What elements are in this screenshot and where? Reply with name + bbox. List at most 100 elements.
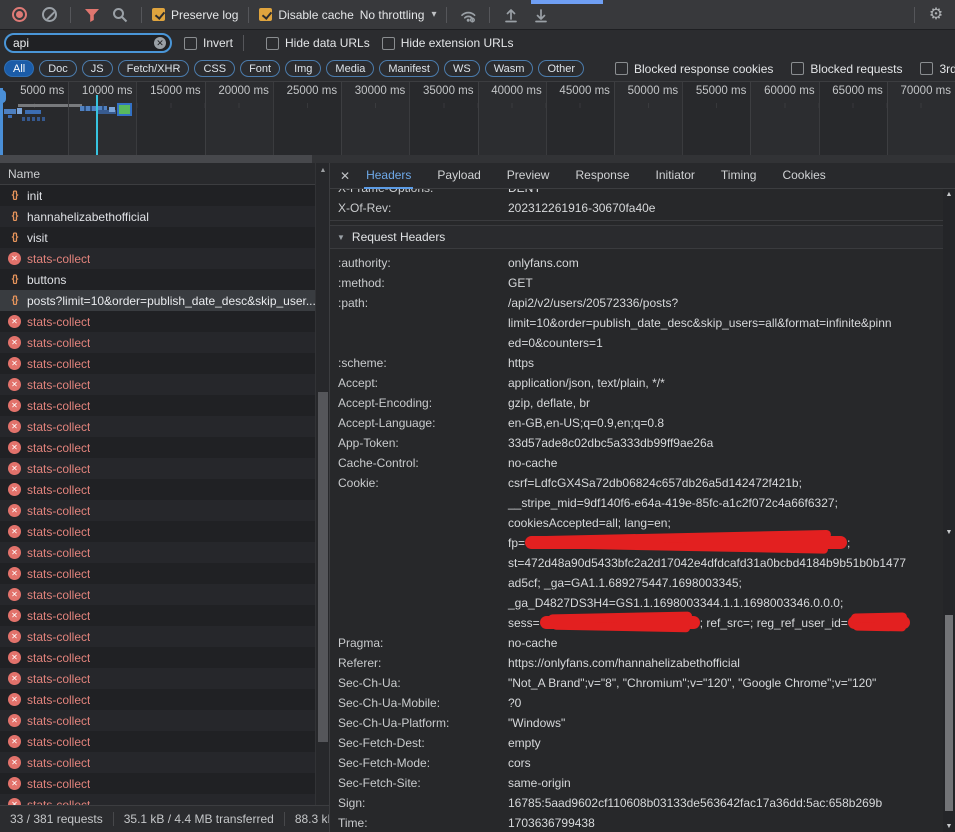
request-list-scrollbar-thumb[interactable]	[318, 392, 328, 742]
tab-payload[interactable]: Payload	[435, 163, 482, 189]
network-request-row[interactable]: ✕stats-collect	[0, 458, 315, 479]
invert-toggle[interactable]: Invert	[184, 36, 233, 50]
filter-bar: api ✕ Invert Hide data URLs Hide extensi…	[0, 30, 955, 56]
throttling-dropdown[interactable]: No throttling ▾	[360, 8, 437, 22]
request-header-row: limit=10&order=publish_date_desc&skip_us…	[330, 313, 943, 333]
tab-initiator[interactable]: Initiator	[654, 163, 697, 189]
import-har-icon[interactable]	[500, 4, 522, 26]
tab-preview[interactable]: Preview	[505, 163, 552, 189]
network-request-row[interactable]: ✕stats-collect	[0, 332, 315, 353]
header-name: Sec-Fetch-Dest:	[330, 733, 508, 753]
request-list-scrollbar[interactable]: ▲	[315, 163, 329, 805]
timeline-hscrollbar-thumb[interactable]	[0, 155, 312, 163]
overview-brush-knob[interactable]	[0, 90, 6, 103]
network-request-row[interactable]: ✕stats-collect	[0, 479, 315, 500]
clear-button[interactable]	[38, 4, 60, 26]
type-filter-media[interactable]: Media	[326, 60, 374, 77]
network-request-row[interactable]: ✕stats-collect	[0, 668, 315, 689]
network-request-row[interactable]: ✕stats-collect	[0, 626, 315, 647]
filter-input[interactable]: api ✕	[4, 33, 172, 53]
header-name: Sign:	[330, 793, 508, 813]
network-request-row[interactable]: ✕stats-collect	[0, 311, 315, 332]
type-filter-font[interactable]: Font	[240, 60, 280, 77]
filter-toggle-blocked-requests[interactable]: Blocked requests	[791, 62, 902, 76]
divider	[113, 812, 114, 826]
filter-toggle-blocked-response-cookies[interactable]: Blocked response cookies	[615, 62, 773, 76]
hide-data-urls-toggle[interactable]: Hide data URLs	[266, 36, 370, 50]
tab-headers[interactable]: Headers	[364, 163, 413, 189]
request-name: stats-collect	[27, 525, 90, 539]
network-request-row[interactable]: ✕stats-collect	[0, 584, 315, 605]
hide-extension-urls-checkbox[interactable]	[382, 37, 395, 50]
network-request-row[interactable]: ✕stats-collect	[0, 542, 315, 563]
disable-cache-checkbox[interactable]	[259, 8, 272, 21]
network-request-row[interactable]: ✕stats-collect	[0, 689, 315, 710]
network-request-row[interactable]: {}visit	[0, 227, 315, 248]
network-request-row[interactable]: ✕stats-collect	[0, 710, 315, 731]
type-filter-all[interactable]: All	[4, 60, 34, 77]
network-request-row[interactable]: ✕stats-collect	[0, 563, 315, 584]
type-filter-doc[interactable]: Doc	[39, 60, 77, 77]
request-name: stats-collect	[27, 651, 90, 665]
gear-icon[interactable]: ⚙	[925, 4, 947, 26]
filter-funnel-icon[interactable]	[81, 4, 103, 26]
preserve-log-toggle[interactable]: Preserve log	[152, 8, 238, 22]
network-request-row[interactable]: {}hannahelizabethofficial	[0, 206, 315, 227]
network-request-row[interactable]: ✕stats-collect	[0, 647, 315, 668]
checkbox[interactable]	[920, 62, 933, 75]
clear-filter-icon[interactable]: ✕	[154, 37, 166, 49]
network-request-row[interactable]: ✕stats-collect	[0, 437, 315, 458]
timeline-tick-label: 40000 ms	[491, 85, 542, 97]
network-request-row[interactable]: {}posts?limit=10&order=publish_date_desc…	[0, 290, 315, 311]
close-icon[interactable]: ✕	[340, 169, 350, 183]
type-filter-js[interactable]: JS	[82, 60, 113, 77]
type-filter-css[interactable]: CSS	[194, 60, 235, 77]
name-column-header[interactable]: Name	[0, 163, 329, 185]
network-request-row[interactable]: {}init	[0, 185, 315, 206]
scroll-down-icon[interactable]: ▼	[943, 823, 955, 830]
type-filter-manifest[interactable]: Manifest	[379, 60, 439, 77]
network-request-row[interactable]: ✕stats-collect	[0, 374, 315, 395]
tab-timing[interactable]: Timing	[719, 163, 759, 189]
checkbox[interactable]	[791, 62, 804, 75]
export-har-icon[interactable]	[530, 4, 552, 26]
type-filter-ws[interactable]: WS	[444, 60, 480, 77]
invert-checkbox[interactable]	[184, 37, 197, 50]
header-value: DENY	[508, 189, 541, 198]
type-filter-wasm[interactable]: Wasm	[485, 60, 534, 77]
network-request-row[interactable]: ✕stats-collect	[0, 731, 315, 752]
network-request-row[interactable]: ✕stats-collect	[0, 794, 315, 805]
hide-extension-urls-toggle[interactable]: Hide extension URLs	[382, 36, 514, 50]
network-request-row[interactable]: ✕stats-collect	[0, 248, 315, 269]
request-headers-section[interactable]: ▼ Request Headers	[330, 225, 943, 249]
network-request-row[interactable]: ✕stats-collect	[0, 500, 315, 521]
disable-cache-toggle[interactable]: Disable cache	[259, 8, 353, 22]
network-request-row[interactable]: ✕stats-collect	[0, 773, 315, 794]
detail-scrollbar-thumb[interactable]	[945, 615, 953, 811]
timeline-overview[interactable]: 5000 ms10000 ms15000 ms20000 ms25000 ms3…	[0, 82, 955, 163]
scroll-up-icon[interactable]: ▲	[943, 191, 955, 198]
network-request-row[interactable]: ✕stats-collect	[0, 353, 315, 374]
network-request-row[interactable]: ✕stats-collect	[0, 395, 315, 416]
network-request-row[interactable]: ✕stats-collect	[0, 752, 315, 773]
network-request-row[interactable]: ✕stats-collect	[0, 521, 315, 542]
type-filter-fetch-xhr[interactable]: Fetch/XHR	[118, 60, 190, 77]
network-request-row[interactable]: {}buttons	[0, 269, 315, 290]
tab-cookies[interactable]: Cookies	[780, 163, 827, 189]
detail-scrollbar[interactable]: ▲ ▼ ▼	[943, 189, 955, 832]
request-list: {}init{}hannahelizabethofficial{}visit✕s…	[0, 185, 315, 805]
network-request-row[interactable]: ✕stats-collect	[0, 605, 315, 626]
preserve-log-checkbox[interactable]	[152, 8, 165, 21]
checkbox[interactable]	[615, 62, 628, 75]
scroll-up-icon[interactable]: ▲	[316, 167, 330, 174]
search-icon[interactable]	[109, 4, 131, 26]
type-filter-img[interactable]: Img	[285, 60, 321, 77]
network-conditions-icon[interactable]	[457, 4, 479, 26]
network-request-row[interactable]: ✕stats-collect	[0, 416, 315, 437]
type-filter-other[interactable]: Other	[538, 60, 584, 77]
hide-data-urls-checkbox[interactable]	[266, 37, 279, 50]
request-failed-icon: ✕	[8, 441, 21, 454]
filter-toggle-3rd-party-requests[interactable]: 3rd-party requests	[920, 62, 955, 76]
record-button[interactable]	[8, 4, 30, 26]
tab-response[interactable]: Response	[573, 163, 631, 189]
